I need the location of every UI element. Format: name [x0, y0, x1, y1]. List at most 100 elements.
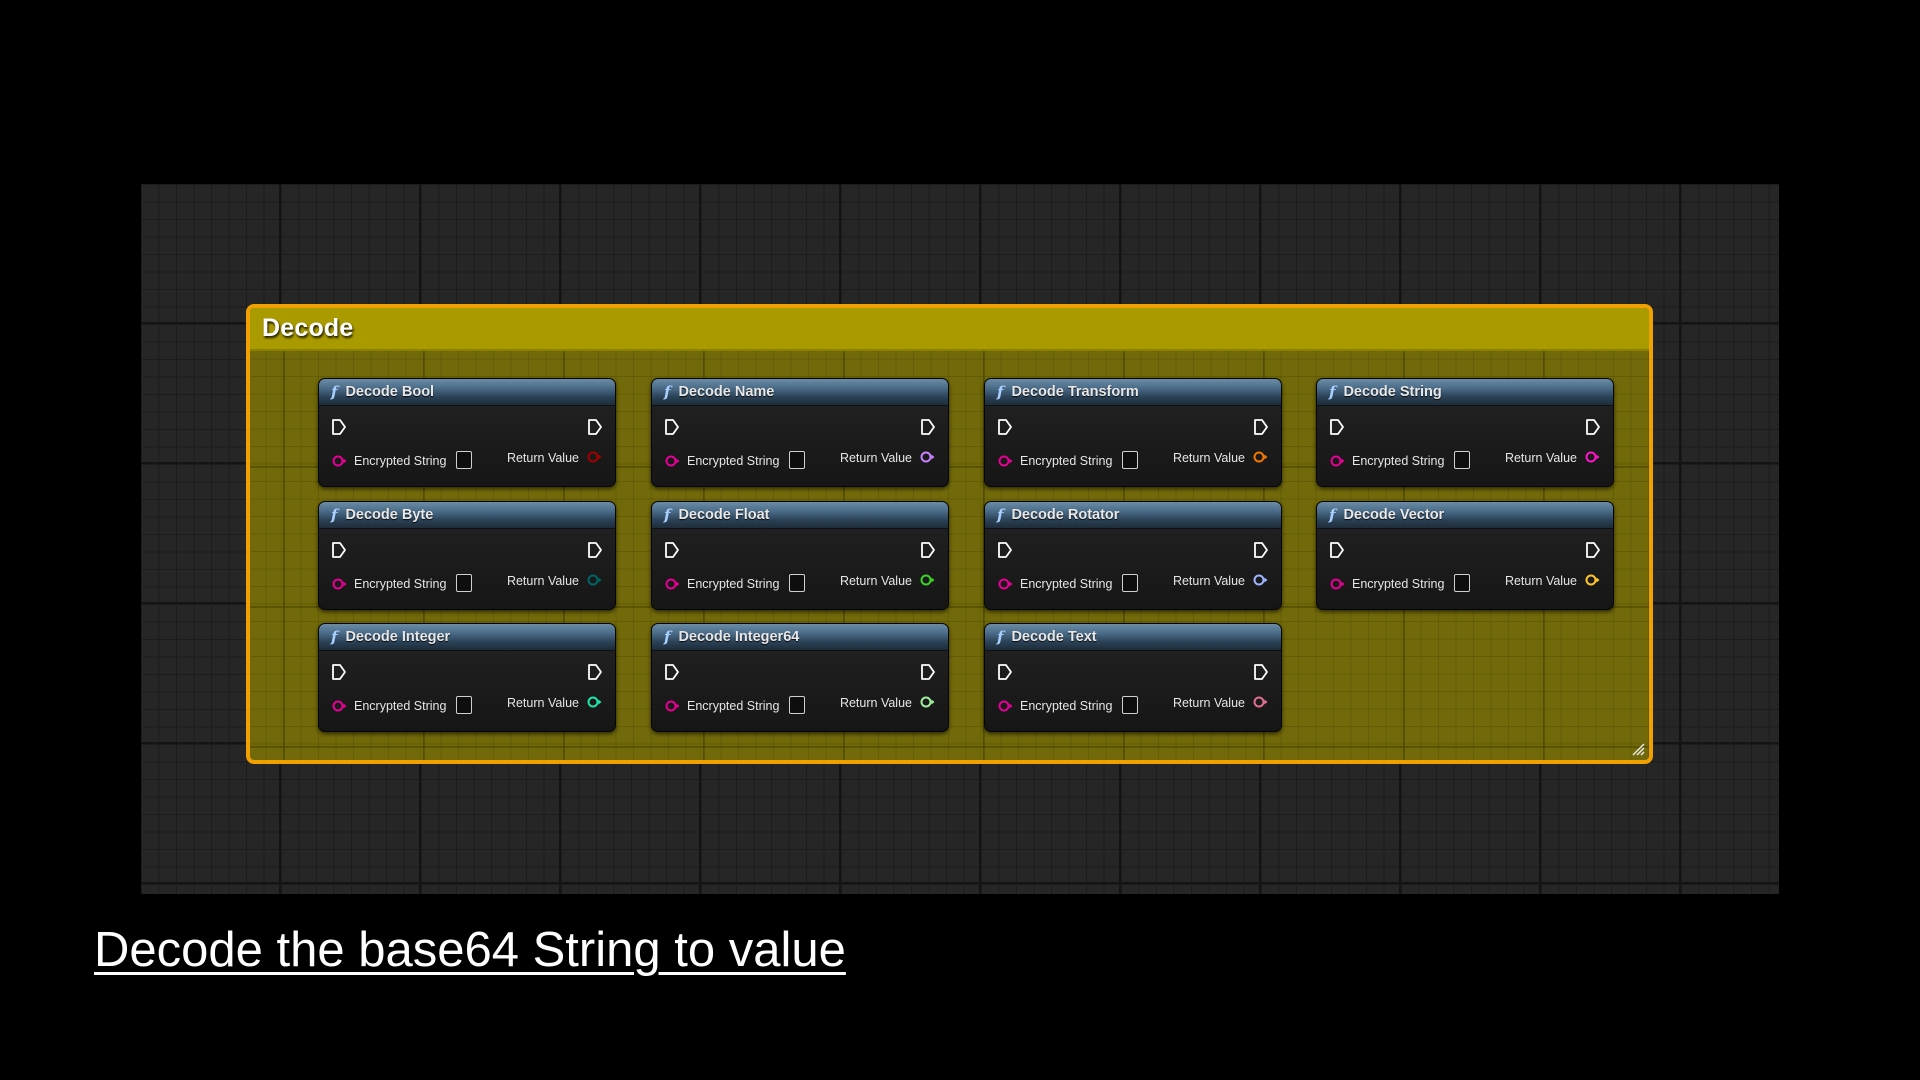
encrypted-string-checkbox[interactable] — [789, 451, 805, 469]
node-title: Decode Integer — [345, 629, 451, 645]
encrypted-string-input-pin-icon[interactable] — [665, 455, 680, 467]
node-body: Encrypted String Return Value — [985, 529, 1281, 609]
encrypted-string-checkbox[interactable] — [789, 696, 805, 714]
encrypted-string-checkbox[interactable] — [1122, 451, 1138, 469]
exec-input-pin-icon[interactable] — [997, 418, 1013, 436]
function-icon: f — [997, 382, 1004, 401]
exec-input-pin-icon[interactable] — [664, 541, 680, 559]
node-header[interactable]: f Decode Float — [652, 502, 948, 529]
node-decode-rotator[interactable]: f Decode Rotator Encrypted String Return Va… — [984, 501, 1282, 610]
encrypted-string-checkbox[interactable] — [1122, 696, 1138, 714]
exec-input-pin-icon[interactable] — [331, 541, 347, 559]
encrypted-string-checkbox[interactable] — [789, 574, 805, 592]
encrypted-string-checkbox[interactable] — [1454, 574, 1470, 592]
exec-output-pin-icon[interactable] — [920, 663, 936, 681]
node-body: Encrypted String Return Value — [1317, 529, 1613, 609]
node-decode-name[interactable]: f Decode Name Encrypted String Return Value — [651, 378, 949, 487]
return-value-output-pin-icon[interactable] — [1253, 451, 1268, 463]
exec-input-pin-icon[interactable] — [1329, 541, 1345, 559]
encrypted-string-label: Encrypted String — [687, 699, 780, 713]
encrypted-string-label: Encrypted String — [687, 454, 780, 468]
encrypted-string-checkbox[interactable] — [456, 451, 472, 469]
return-value-output-pin-icon[interactable] — [1253, 696, 1268, 708]
node-title: Decode String — [1343, 384, 1442, 400]
encrypted-string-checkbox[interactable] — [1454, 451, 1470, 469]
node-header[interactable]: f Decode String — [1317, 379, 1613, 406]
node-decode-integer[interactable]: f Decode Integer Encrypted String Return Va… — [318, 623, 616, 732]
node-decode-bool[interactable]: f Decode Bool Encrypted String Return Value — [318, 378, 616, 487]
node-header[interactable]: f Decode Bool — [319, 379, 615, 406]
node-decode-string[interactable]: f Decode String Encrypted String Return Val… — [1316, 378, 1614, 487]
encrypted-string-input-pin-icon[interactable] — [998, 700, 1013, 712]
exec-output-pin-icon[interactable] — [1253, 663, 1269, 681]
return-value-output-pin-icon[interactable] — [587, 574, 602, 586]
node-header[interactable]: f Decode Integer64 — [652, 624, 948, 651]
node-body: Encrypted String Return Value — [652, 529, 948, 609]
return-value-output-pin-icon[interactable] — [587, 696, 602, 708]
exec-input-pin-icon[interactable] — [331, 663, 347, 681]
exec-input-pin-icon[interactable] — [997, 541, 1013, 559]
exec-output-pin-icon[interactable] — [920, 418, 936, 436]
node-body: Encrypted String Return Value — [1317, 406, 1613, 486]
function-icon: f — [997, 627, 1004, 646]
node-header[interactable]: f Decode Vector — [1317, 502, 1613, 529]
node-title: Decode Vector — [1343, 507, 1445, 523]
exec-output-pin-icon[interactable] — [587, 418, 603, 436]
node-header[interactable]: f Decode Byte — [319, 502, 615, 529]
encrypted-string-input-pin-icon[interactable] — [332, 700, 347, 712]
function-icon: f — [1329, 505, 1336, 524]
node-title: Decode Text — [1011, 629, 1097, 645]
comment-header[interactable]: Decode — [250, 308, 1649, 351]
exec-input-pin-icon[interactable] — [664, 418, 680, 436]
encrypted-string-label: Encrypted String — [1352, 454, 1445, 468]
node-decode-byte[interactable]: f Decode Byte Encrypted String Return Value — [318, 501, 616, 610]
node-decode-integer64[interactable]: f Decode Integer64 Encrypted String Return … — [651, 623, 949, 732]
exec-output-pin-icon[interactable] — [1585, 418, 1601, 436]
exec-output-pin-icon[interactable] — [920, 541, 936, 559]
return-value-output-pin-icon[interactable] — [920, 451, 935, 463]
node-decode-float[interactable]: f Decode Float Encrypted String Return Valu… — [651, 501, 949, 610]
exec-output-pin-icon[interactable] — [1253, 418, 1269, 436]
exec-input-pin-icon[interactable] — [331, 418, 347, 436]
return-value-label: Return Value — [1504, 451, 1577, 465]
node-header[interactable]: f Decode Transform — [985, 379, 1281, 406]
encrypted-string-checkbox[interactable] — [456, 574, 472, 592]
node-decode-vector[interactable]: f Decode Vector Encrypted String Return Val… — [1316, 501, 1614, 610]
exec-output-pin-icon[interactable] — [1253, 541, 1269, 559]
exec-input-pin-icon[interactable] — [1329, 418, 1345, 436]
encrypted-string-input-pin-icon[interactable] — [998, 578, 1013, 590]
node-decode-transform[interactable]: f Decode Transform Encrypted String Return … — [984, 378, 1282, 487]
exec-output-pin-icon[interactable] — [587, 541, 603, 559]
node-decode-text[interactable]: f Decode Text Encrypted String Return Value — [984, 623, 1282, 732]
encrypted-string-label: Encrypted String — [1020, 577, 1113, 591]
return-value-label: Return Value — [839, 451, 912, 465]
encrypted-string-checkbox[interactable] — [1122, 574, 1138, 592]
return-value-label: Return Value — [1172, 696, 1245, 710]
encrypted-string-input-pin-icon[interactable] — [1330, 455, 1345, 467]
encrypted-string-input-pin-icon[interactable] — [665, 578, 680, 590]
node-title: Decode Integer64 — [678, 629, 800, 645]
return-value-output-pin-icon[interactable] — [1253, 574, 1268, 586]
encrypted-string-input-pin-icon[interactable] — [332, 578, 347, 590]
exec-output-pin-icon[interactable] — [587, 663, 603, 681]
return-value-output-pin-icon[interactable] — [920, 696, 935, 708]
exec-input-pin-icon[interactable] — [664, 663, 680, 681]
encrypted-string-input-pin-icon[interactable] — [998, 455, 1013, 467]
resize-handle-icon[interactable] — [1631, 742, 1645, 756]
encrypted-string-input-pin-icon[interactable] — [665, 700, 680, 712]
exec-input-pin-icon[interactable] — [997, 663, 1013, 681]
return-value-output-pin-icon[interactable] — [920, 574, 935, 586]
node-header[interactable]: f Decode Name — [652, 379, 948, 406]
exec-output-pin-icon[interactable] — [1585, 541, 1601, 559]
node-header[interactable]: f Decode Rotator — [985, 502, 1281, 529]
return-value-output-pin-icon[interactable] — [1585, 451, 1600, 463]
node-header[interactable]: f Decode Integer — [319, 624, 615, 651]
node-body: Encrypted String Return Value — [985, 651, 1281, 731]
encrypted-string-label: Encrypted String — [1020, 699, 1113, 713]
return-value-output-pin-icon[interactable] — [587, 451, 602, 463]
encrypted-string-checkbox[interactable] — [456, 696, 472, 714]
encrypted-string-input-pin-icon[interactable] — [1330, 578, 1345, 590]
encrypted-string-input-pin-icon[interactable] — [332, 455, 347, 467]
return-value-output-pin-icon[interactable] — [1585, 574, 1600, 586]
node-header[interactable]: f Decode Text — [985, 624, 1281, 651]
